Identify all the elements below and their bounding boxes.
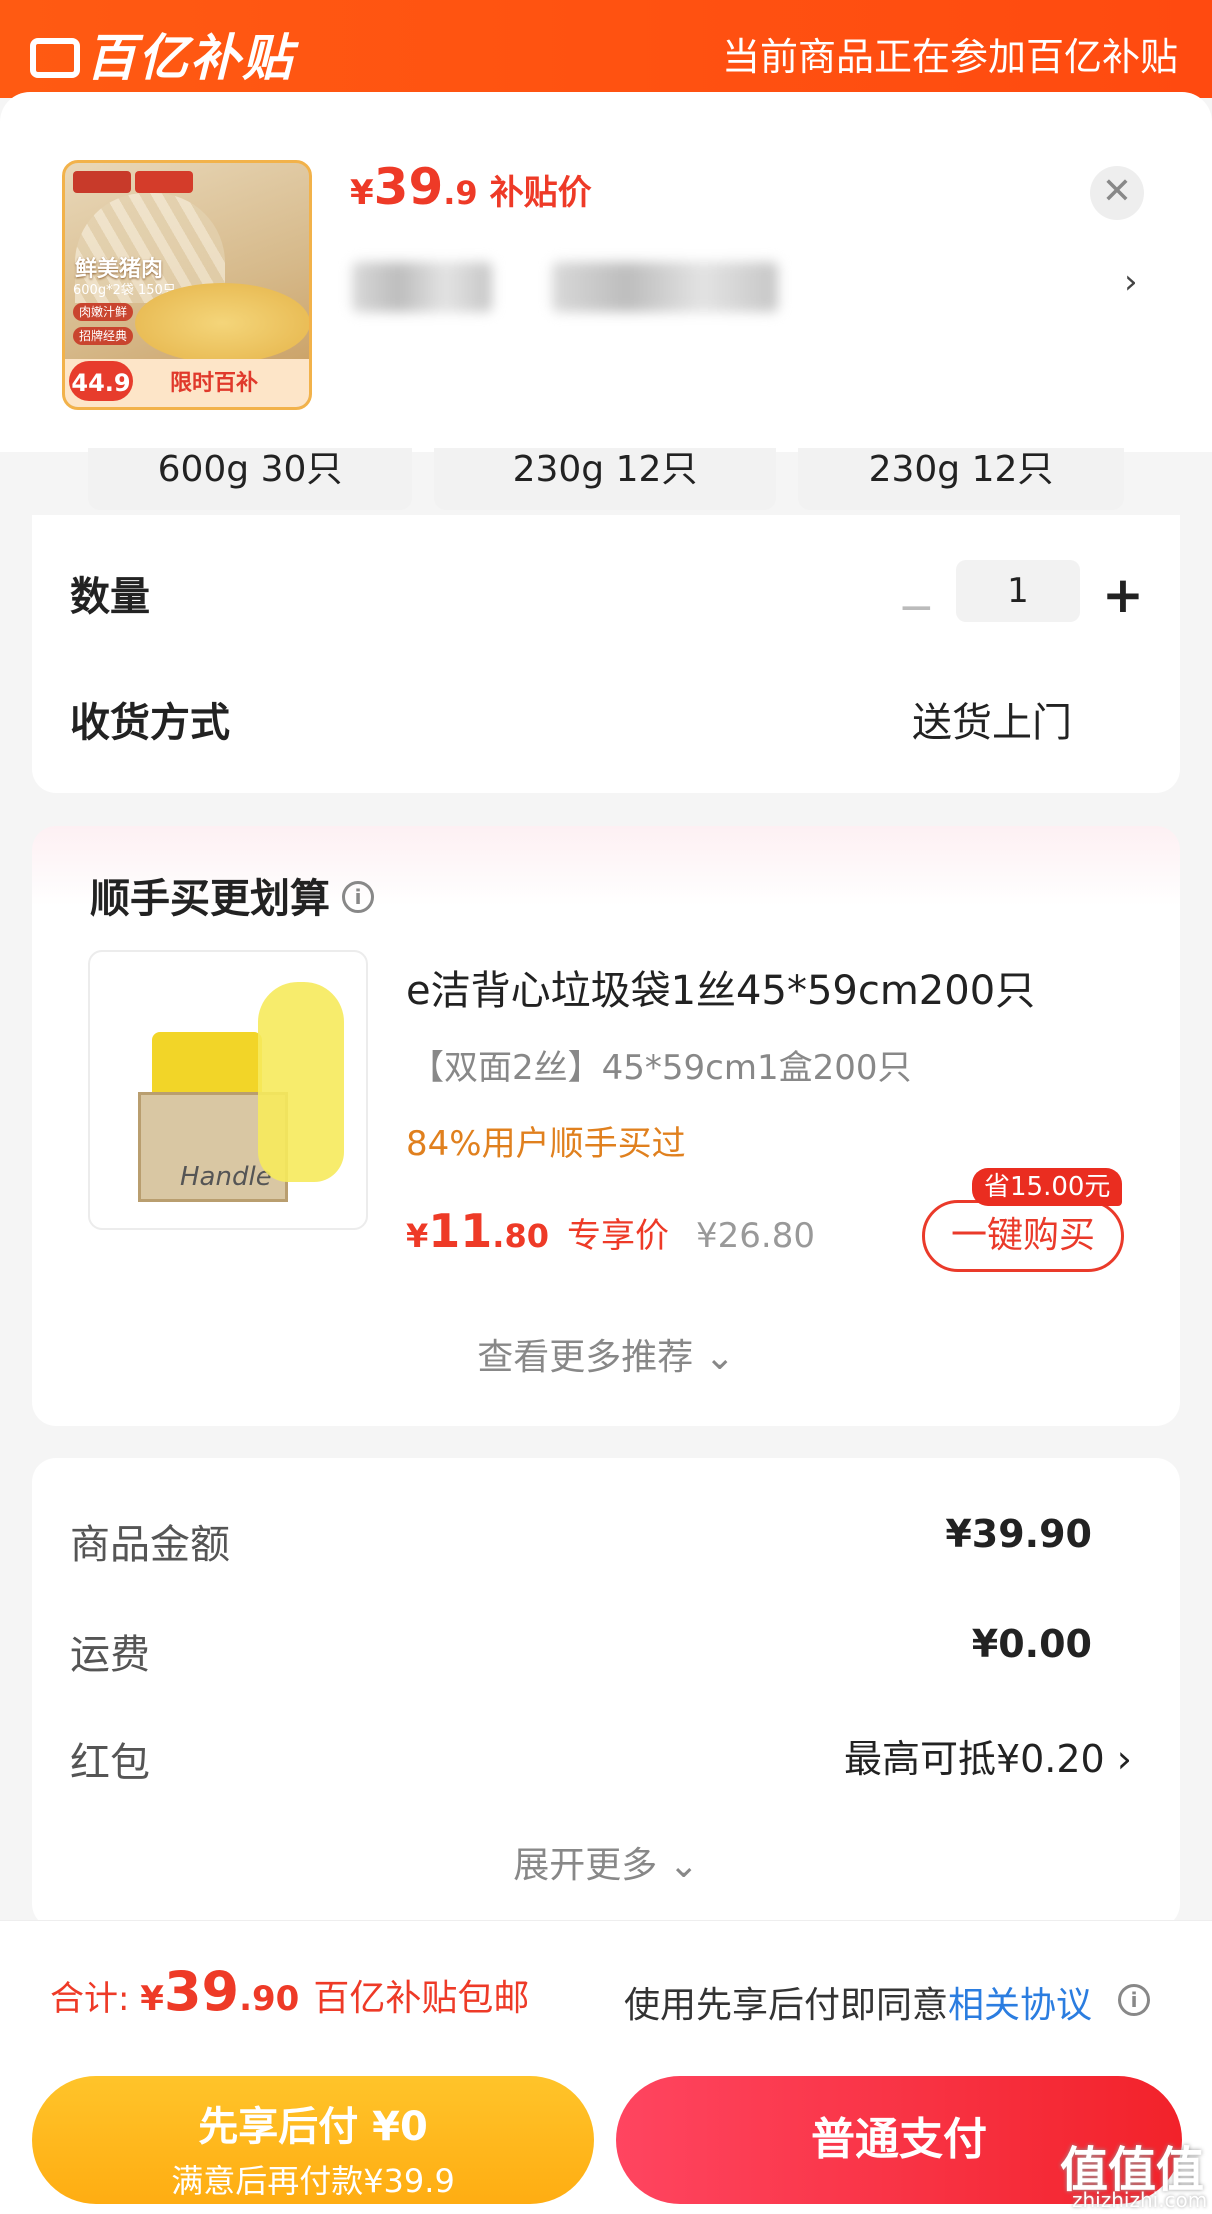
agreement-link[interactable]: 相关协议 [948,1985,1092,2026]
quantity-increase-button[interactable]: + [1102,566,1144,624]
watermark-url: zhizhizhi.com [1072,2188,1208,2212]
info-icon[interactable]: i [1118,1984,1150,2016]
thumb-tag: 招牌经典 [73,327,134,345]
quantity-label: 数量 [70,574,150,620]
price-label: 专享价 [566,1216,669,1256]
recommended-product-image[interactable]: Handle [88,950,368,1230]
recommended-product-title[interactable]: e洁背心垃圾袋1丝45*59cm200只 [406,958,1035,1016]
spec-option[interactable]: 230g 12只 [434,448,776,510]
product-price: ¥39.9 补贴价 [350,158,592,216]
brand-icon [30,37,80,78]
total-currency: ¥ [140,1979,164,2019]
brand-tag [135,171,193,193]
goods-amount-value: ¥39.90 [945,1512,1092,1556]
price-label: 补贴价 [489,173,592,213]
close-icon: ✕ [1101,171,1133,212]
one-click-buy-button[interactable]: 一键购买 [922,1200,1124,1272]
price-integer: 11 [428,1204,493,1258]
price-decimal: .80 [492,1217,549,1255]
free-shipping-note: 百亿补贴包邮 [313,1978,530,2019]
subsidy-notice: 当前商品正在参加百亿补贴 [721,35,1178,79]
price-integer: 39 [373,158,444,216]
agreement-text: 使用先享后付即同意相关协议 [624,1976,1092,2028]
garbage-bag [258,982,344,1182]
info-icon[interactable]: i [342,881,374,913]
recommended-users-stat: 84%用户顺手买过 [406,1124,686,1164]
chevron-right-icon[interactable]: › [1124,262,1138,302]
close-button[interactable]: ✕ [1090,166,1144,220]
dumpling-bowl [135,283,309,363]
delivery-method[interactable]: 送货上门 [912,690,1072,748]
brand-tag [73,171,131,193]
red-packet-selector[interactable]: 最高可抵¥0.20 › [844,1728,1132,1783]
shipping-value: ¥0.00 [971,1622,1092,1666]
original-price: ¥26.80 [696,1216,815,1256]
box-label: Handle [180,1162,272,1192]
total-integer: 39 [163,1960,240,2023]
brand-logo: 百亿补贴 [30,18,294,90]
savings-badge: 省15.00元 [972,1168,1123,1206]
recommendation-title: 顺手买更划算 [90,876,330,922]
spec-option[interactable]: 230g 12只 [798,448,1124,510]
brand-text: 百亿补贴 [86,29,294,87]
bnpl-title: 先享后付 ¥0 [198,2104,428,2150]
agreement-prefix: 使用先享后付即同意 [624,1985,949,2026]
product-title-redacted [352,262,492,312]
thumb-tag: 肉嫩汁鲜 [73,303,134,321]
shipping-label: 运费 [70,1632,150,1678]
quantity-input[interactable]: 1 [956,560,1080,622]
red-packet-label: 红包 [70,1740,150,1786]
thumb-price-badge: 44.9 [69,361,133,401]
product-title-redacted [552,262,778,312]
more-recommendations-link[interactable]: 查看更多推荐 ⌄ [0,1328,1212,1380]
bnpl-subtitle: 满意后再付款¥39.9 [171,2162,455,2200]
expand-more-link[interactable]: 展开更多 ⌄ [0,1836,1212,1888]
thumb-promo-label: 限时百补 [170,371,259,396]
buy-now-pay-later-button[interactable]: 先享后付 ¥0 满意后再付款¥39.9 [32,2076,594,2204]
delivery-label: 收货方式 [70,700,230,746]
spec-option[interactable]: 600g 30只 [88,448,412,510]
quantity-decrease-button[interactable]: − [898,582,935,633]
total-amount: 合计: ¥39.90 百亿补贴包邮 [50,1960,529,2023]
price-currency: ¥ [406,1217,429,1255]
recommendation-heading: 顺手买更划算 i [90,866,374,924]
product-thumbnail[interactable]: 鲜美猪肉 600g*2袋 150只 肉嫩汁鲜 招牌经典 44.9 限时百补 [62,160,312,410]
goods-amount-label: 商品金额 [70,1522,230,1568]
total-label: 合计: [50,1979,141,2019]
price-decimal: .9 [443,174,478,212]
price-currency: ¥ [350,173,374,213]
recommended-product-spec: 【双面2丝】45*59cm1盒200只 [410,1048,912,1088]
total-decimal: .90 [239,1979,300,2019]
recommended-price: ¥11.80 专享价 [406,1204,669,1258]
order-options-card [32,515,1180,793]
